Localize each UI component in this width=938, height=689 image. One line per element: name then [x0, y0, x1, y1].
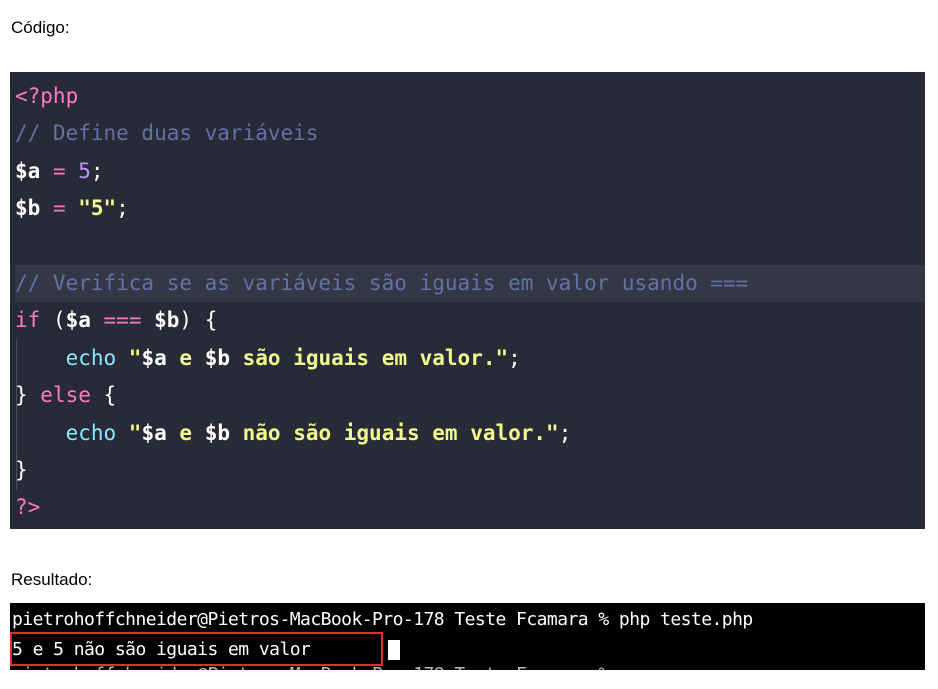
code-line: $b = "5";: [15, 190, 925, 227]
code-line: // Verifica se as variáveis são iguais e…: [15, 265, 925, 302]
code-token: 5: [78, 158, 91, 183]
code-token: ;: [116, 196, 129, 221]
code-token: {: [90, 383, 117, 408]
code-token: $a: [141, 420, 167, 445]
code-line: ?>: [15, 489, 925, 526]
code-line: } else {: [15, 377, 925, 414]
code-token: ;: [90, 158, 104, 183]
code-token: if: [15, 308, 41, 333]
code-token: e: [166, 345, 205, 370]
code-token: ": [116, 420, 142, 445]
code-line: $a = 5;: [15, 153, 925, 190]
code-token: echo: [15, 420, 117, 445]
code-line: <?php: [15, 78, 925, 115]
code-token: (: [40, 308, 66, 333]
code-token: // Define duas variáveis: [15, 121, 319, 146]
code-token: $b: [204, 345, 230, 370]
code-token: $a: [15, 158, 41, 183]
code-heading: Código:: [11, 18, 70, 37]
code-token: $a: [65, 308, 91, 333]
code-line: if ($a === $b) {: [15, 302, 925, 339]
code-line: }: [15, 452, 925, 489]
code-token: não são iguais em valor.": [229, 420, 559, 445]
terminal-cursor: [388, 640, 400, 660]
code-token: $b: [154, 308, 180, 333]
code-token: echo: [15, 345, 117, 370]
code-token: $b: [204, 420, 230, 445]
terminal-prompt-line: pietrohoffchneider@Pietros-MacBook-Pro-1…: [12, 609, 753, 630]
code-token: ?>: [15, 495, 41, 520]
code-screenshot: <?php// Define duas variáveis $a = 5; $b =…: [10, 72, 925, 529]
code-token: "5": [78, 196, 117, 221]
code-token: }: [15, 383, 41, 408]
code-token: ": [116, 345, 142, 370]
code-token: ) {: [179, 308, 218, 333]
code-token: $a: [141, 345, 167, 370]
code-line: echo "$a e $b não são iguais em valor.";: [15, 415, 925, 452]
code-token: }: [15, 458, 28, 482]
output-highlight-box: [10, 632, 383, 666]
terminal-screenshot: pietrohoffchneider@Pietros-MacBook-Pro-1…: [10, 603, 925, 670]
code-token: =: [40, 158, 79, 183]
result-heading: Resultado:: [11, 570, 93, 589]
code-token: // Verifica se as variáveis são iguais e…: [15, 271, 749, 295]
code-token: <?php: [15, 84, 79, 108]
code-token: ;: [558, 420, 572, 445]
code-line: echo "$a e $b são iguais em valor.";: [15, 340, 925, 377]
code-token: e: [166, 420, 205, 445]
code-line: // Define duas variáveis: [15, 115, 925, 152]
code-token: ===: [90, 308, 155, 333]
code-token: ;: [508, 345, 521, 370]
code-token: são iguais em valor.": [229, 345, 509, 370]
code-token: else: [40, 383, 91, 408]
code-token: =: [40, 196, 79, 221]
code-token: $b: [15, 196, 41, 221]
